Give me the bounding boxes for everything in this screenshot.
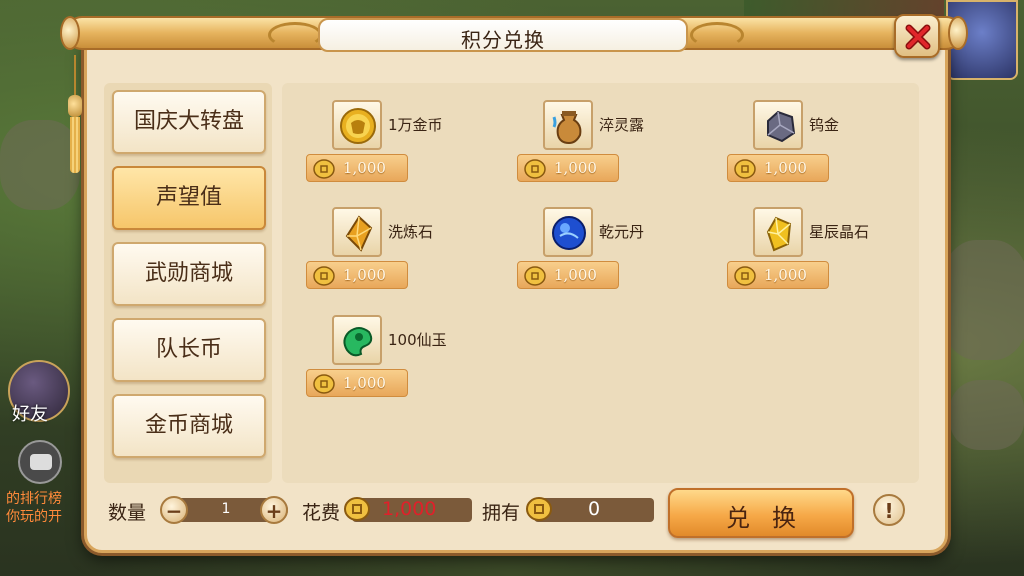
price-amount: 1,000: [343, 374, 386, 392]
minus-icon: −: [165, 499, 183, 523]
cost-label: 花费: [302, 502, 341, 524]
scroll-ornament-left: [268, 22, 322, 48]
tab-gold-shop[interactable]: 金币商城: [112, 394, 266, 458]
tab-merit-shop[interactable]: 武勋商城: [112, 242, 266, 306]
tab-label: 国庆大转盘: [133, 109, 244, 134]
price-amount: 1,000: [764, 159, 807, 177]
blue-pill-icon: [552, 216, 586, 250]
star-crystal-icon: [766, 216, 792, 252]
price-amount: 1,000: [764, 266, 807, 284]
item-price: 1,000: [517, 154, 619, 182]
cost-value: 1,000: [382, 498, 437, 520]
price-amount: 1,000: [343, 159, 386, 177]
coin-icon: [734, 159, 756, 179]
rail-end-cap: [948, 16, 968, 50]
item-name: 乾元丹: [599, 223, 645, 241]
item-slot: [753, 207, 803, 257]
coin-icon: [734, 266, 756, 286]
shop-item[interactable]: 1万金币 1,000: [306, 100, 506, 190]
item-price: 1,000: [517, 261, 619, 289]
coin-icon: [313, 266, 335, 286]
tab-label: 武勋商城: [144, 261, 233, 286]
item-price: 1,000: [306, 261, 408, 289]
help-button[interactable]: !: [873, 494, 905, 526]
coin-icon: [524, 266, 546, 286]
potion-jar-icon: [552, 111, 582, 145]
item-slot: [332, 100, 382, 150]
coin-icon: [313, 159, 335, 179]
coin-icon: [344, 497, 370, 521]
increase-quantity-button[interactable]: +: [260, 496, 288, 524]
chat-button[interactable]: [18, 440, 62, 484]
gold-coin-icon: [340, 108, 376, 144]
item-name: 洗炼石: [388, 223, 434, 241]
chat-log: 的排行榜 你玩的开: [6, 490, 62, 526]
item-price: 1,000: [306, 154, 408, 182]
tab-label: 金币商城: [144, 413, 233, 438]
coin-icon: [313, 374, 335, 394]
coin-icon: [524, 159, 546, 179]
plus-icon: +: [265, 499, 283, 523]
tab-captain-coin[interactable]: 队长币: [112, 318, 266, 382]
tab-reputation[interactable]: 声望值: [112, 166, 266, 230]
item-price: 1,000: [727, 261, 829, 289]
exclamation-icon: !: [884, 499, 894, 523]
shop-item[interactable]: 星辰晶石 1,000: [727, 207, 927, 297]
price-amount: 1,000: [554, 266, 597, 284]
tab-national-day-wheel[interactable]: 国庆大转盘: [112, 90, 266, 154]
exchange-label: 兑换: [726, 504, 818, 532]
decrease-quantity-button[interactable]: −: [160, 496, 188, 524]
shop-item[interactable]: 淬灵露 1,000: [517, 100, 717, 190]
item-slot: [543, 207, 593, 257]
rail-end-cap: [60, 16, 80, 50]
chat-bubble-icon: [30, 454, 52, 470]
jade-icon: [343, 327, 373, 357]
coin-icon: [526, 497, 552, 521]
owned-label: 拥有: [482, 502, 521, 524]
owned-value: 0: [588, 498, 601, 520]
item-price: 1,000: [727, 154, 829, 182]
price-amount: 1,000: [343, 266, 386, 284]
shop-item[interactable]: 100仙玉 1,000: [306, 315, 506, 405]
price-amount: 1,000: [554, 159, 597, 177]
tab-label: 队长币: [155, 337, 222, 362]
item-slot: [332, 315, 382, 365]
tungsten-ore-icon: [767, 110, 796, 143]
chat-line: 的排行榜: [6, 491, 62, 507]
tab-label: 声望值: [155, 185, 222, 210]
item-price: 1,000: [306, 369, 408, 397]
item-name: 100仙玉: [388, 331, 447, 349]
item-slot: [332, 207, 382, 257]
item-slot: [753, 100, 803, 150]
close-button[interactable]: [894, 14, 940, 58]
quantity-label: 数量: [108, 502, 147, 524]
item-name: 淬灵露: [599, 116, 645, 134]
exchange-button[interactable]: 兑换: [668, 488, 854, 538]
tassel-ornament: [68, 55, 82, 175]
dialog-title-plate: 积分兑换: [318, 18, 688, 52]
close-icon: [905, 24, 931, 50]
scene-rock: [950, 380, 1024, 450]
item-slot: [543, 100, 593, 150]
scene-rock: [940, 240, 1024, 360]
item-name: 钨金: [809, 116, 840, 134]
refine-stone-icon: [345, 215, 373, 252]
shop-item[interactable]: 乾元丹 1,000: [517, 207, 717, 297]
scroll-ornament-right: [690, 22, 744, 48]
shop-item[interactable]: 洗炼石 1,000: [306, 207, 506, 297]
item-name: 1万金币: [388, 116, 443, 134]
chat-line: 你玩的开: [6, 509, 62, 525]
item-name: 星辰晶石: [809, 223, 870, 241]
quantity-value[interactable]: 1: [186, 501, 266, 517]
friends-label: 好友: [12, 404, 48, 424]
dialog-title: 积分兑换: [461, 28, 545, 52]
shop-item[interactable]: 钨金 1,000: [727, 100, 927, 190]
